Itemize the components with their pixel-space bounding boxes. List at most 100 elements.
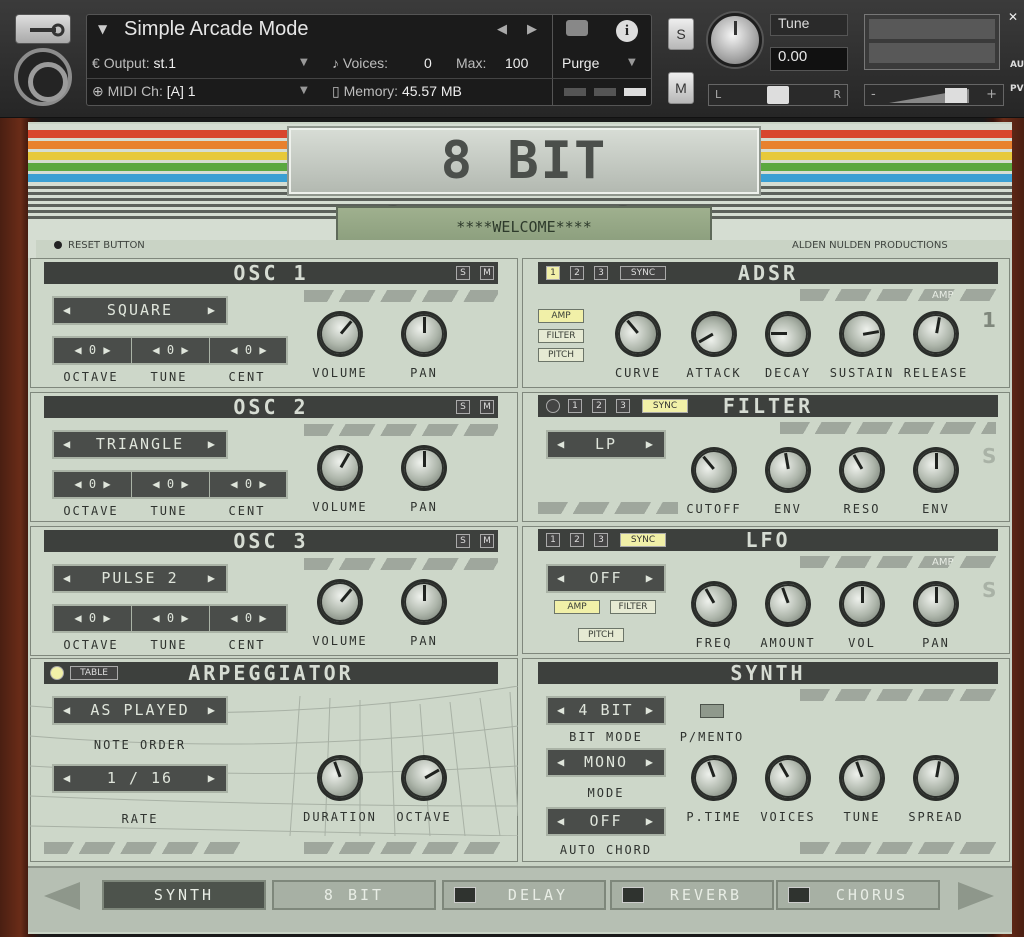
tab-reverb[interactable]: REVERB [610,880,774,910]
adsr-tab-1[interactable]: 1 [546,266,560,280]
filter-type-selector[interactable]: ◀ LP ▶ [546,430,666,459]
lfo-shape-selector[interactable]: ◀ OFF ▶ [546,564,666,593]
lfo-vol-knob[interactable] [842,584,882,624]
reverb-enable-checkbox [622,887,644,903]
lfo-pitch-button[interactable]: PITCH [578,628,624,642]
tab-8bit[interactable]: 8 BIT [272,880,436,910]
osc3-cent-stepper[interactable]: ◀ 0 ▶ [210,606,288,631]
page-prev-arrow-icon[interactable] [44,882,80,910]
decrement-arrow-icon: ◀ [230,477,238,491]
wrench-icon[interactable] [15,14,71,44]
lfo-filter-button[interactable]: FILTER [610,600,656,614]
volume-slider[interactable]: - + [864,84,1004,106]
osc2-waveform-selector[interactable]: ◀ TRIANGLE ▶ [52,430,228,459]
filter-tab-2[interactable]: 2 [592,399,606,413]
portamento-label: P/MENTO [679,730,745,744]
filter-power-icon[interactable] [546,399,560,413]
lfo-tab-2[interactable]: 2 [570,533,584,547]
osc3-waveform-selector[interactable]: ◀ PULSE 2 ▶ [52,564,228,593]
output-value[interactable]: st.1 [154,55,177,71]
auto-chord-selector[interactable]: ◀ OFF ▶ [546,807,666,836]
filter-tab-3[interactable]: 3 [616,399,630,413]
decor-stripes [780,422,996,434]
lfo-amp-button[interactable]: AMP [554,600,600,614]
midi-dropdown-icon[interactable]: ▼ [300,85,308,96]
volume-minus: - [871,87,876,102]
bit-mode-selector[interactable]: ◀ 4 BIT ▶ [546,696,666,725]
lfo-tab-3[interactable]: 3 [594,533,608,547]
osc3-octave-stepper[interactable]: ◀ 0 ▶ [54,606,132,631]
page-next-arrow-icon[interactable] [958,882,994,910]
adsr-pitch-button[interactable]: PITCH [538,348,584,362]
info-icon[interactable]: i [616,20,638,42]
adsr-tab-2[interactable]: 2 [570,266,584,280]
purge-dropdown-icon[interactable]: ▼ [628,57,636,68]
tune-value[interactable]: 0.00 [770,47,848,71]
level-indicator [594,88,616,96]
osc2-solo-button[interactable]: S [456,400,470,414]
purge-button[interactable]: Purge [562,55,599,71]
osc2-tune-stepper[interactable]: ◀ 0 ▶ [132,472,210,497]
mode-selector[interactable]: ◀ MONO ▶ [546,748,666,777]
close-icon[interactable]: ✕ [1008,10,1018,24]
lfo-pan-label: PAN [922,636,950,650]
pv-label[interactable]: PV [1010,84,1024,94]
pan-slider[interactable]: L R [708,84,848,106]
decor-stripes [44,842,244,854]
filter-tab-1[interactable]: 1 [568,399,582,413]
lfo-sync-button[interactable]: SYNC [620,533,666,547]
adsr-sync-button[interactable]: SYNC [620,266,666,280]
osc2-cent-stepper[interactable]: ◀ 0 ▶ [210,472,288,497]
prev-instrument-icon[interactable]: ◀ [497,22,507,37]
output-dropdown-icon[interactable]: ▼ [300,57,308,68]
filter-slot: S [982,444,997,468]
instrument-name[interactable]: Simple Arcade Mode [124,18,309,41]
osc3-pan-knob[interactable] [404,582,444,622]
osc1-mute-button[interactable]: M [480,266,494,280]
osc1-tune-stepper[interactable]: ◀ 0 ▶ [132,338,210,363]
filter-sync-button[interactable]: SYNC [642,399,688,413]
osc1-pan-knob[interactable] [404,314,444,354]
solo-button[interactable]: S [668,18,694,50]
tune-knob[interactable] [708,13,762,67]
rate-selector[interactable]: ◀ 1 / 16 ▶ [52,764,228,793]
osc2-octave-stepper[interactable]: ◀ 0 ▶ [54,472,132,497]
tab-delay[interactable]: DELAY [442,880,606,910]
level-meter [864,14,1000,70]
osc1-waveform-selector[interactable]: ◀ SQUARE ▶ [52,296,228,325]
adsr-amp-button[interactable]: AMP [538,309,584,323]
adsr-tab-3[interactable]: 3 [594,266,608,280]
osc1-cent-stepper[interactable]: ◀ 0 ▶ [210,338,288,363]
osc3-tune-stepper[interactable]: ◀ 0 ▶ [132,606,210,631]
osc3-cent-label: CENT [228,638,266,652]
voices-icon: ♪ [332,55,339,71]
bit-mode-label: BIT MODE [569,730,643,744]
aux-label[interactable]: AU [1010,60,1024,70]
midi-channel-value[interactable]: [A] 1 [167,83,196,99]
reset-button[interactable] [54,241,62,249]
osc2-title: OSC 2 [44,396,498,418]
portamento-toggle[interactable] [700,704,724,718]
lfo-pan-knob[interactable] [916,584,956,624]
next-instrument-icon[interactable]: ▶ [527,22,537,37]
osc3-solo-button[interactable]: S [456,534,470,548]
tab-chorus[interactable]: CHORUS [776,880,940,910]
osc2-mute-button[interactable]: M [480,400,494,414]
max-voices-value[interactable]: 100 [505,55,528,71]
osc1-octave-stepper[interactable]: ◀ 0 ▶ [54,338,132,363]
osc1-solo-button[interactable]: S [456,266,470,280]
collapse-arrow-icon[interactable]: ▼ [98,22,107,36]
lfo-tab-1[interactable]: 1 [546,533,560,547]
camera-icon[interactable] [566,20,588,36]
osc3-mute-button[interactable]: M [480,534,494,548]
adsr-decay-knob[interactable] [768,314,808,354]
arp-power-icon[interactable] [50,666,64,680]
tab-synth[interactable]: SYNTH [102,880,266,910]
rate-label: RATE [121,812,159,826]
arp-table-button[interactable]: TABLE [70,666,118,680]
note-order-selector[interactable]: ◀ AS PLAYED ▶ [52,696,228,725]
mute-button[interactable]: M [668,72,694,104]
osc2-pan-knob[interactable] [404,448,444,488]
adsr-filter-button[interactable]: FILTER [538,329,584,343]
filter-env-3-knob[interactable] [916,450,956,490]
